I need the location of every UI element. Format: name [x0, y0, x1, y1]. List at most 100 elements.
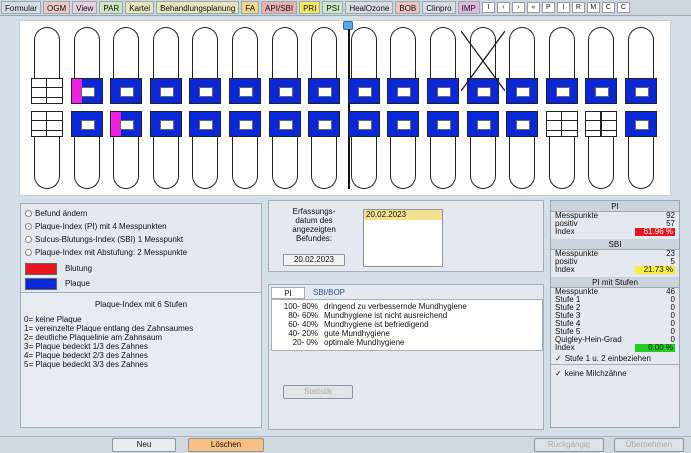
date-list[interactable]: 20.02.2023 — [363, 209, 443, 267]
upper-tooth[interactable] — [305, 27, 343, 106]
tab-healozone[interactable]: HealOzone — [345, 1, 394, 14]
lower-tooth[interactable] — [68, 111, 106, 190]
index-panel: PI Messpunkte 92 positiv 57 Index 61.96 % S… — [550, 200, 680, 428]
toolbar-small-button[interactable]: I — [556, 2, 570, 13]
toolbar-small-button[interactable]: C — [601, 2, 615, 13]
tooth-crown — [70, 111, 103, 137]
upper-tooth[interactable] — [503, 27, 541, 106]
upper-tooth[interactable] — [622, 27, 660, 106]
tooth-root — [113, 137, 140, 189]
lower-tooth[interactable] — [503, 111, 541, 190]
tooth-occlusal — [199, 120, 214, 130]
toolbar-small-button[interactable]: C — [616, 2, 630, 13]
sbi-index-label: Index — [555, 265, 575, 274]
tooth-root — [628, 137, 654, 189]
bewertung-text: gute Mundhygiene — [324, 329, 390, 338]
upper-tooth[interactable] — [68, 27, 106, 106]
tooth-line — [586, 130, 617, 132]
lower-tooth[interactable] — [622, 111, 660, 190]
toolbar-small-button[interactable]: M — [586, 2, 600, 13]
tab-sbi-bop[interactable]: SBI/BOP — [313, 287, 353, 299]
tab-bob[interactable]: BOB — [395, 1, 421, 14]
pistufen-index-value: 0.00 % — [635, 344, 675, 352]
upper-tooth[interactable] — [28, 27, 66, 106]
toolbar-small-button[interactable]: « — [526, 2, 540, 13]
upper-tooth[interactable] — [543, 27, 581, 106]
tab-behandlungsplanung[interactable]: Behandlungsplanung — [156, 1, 240, 14]
toolbar-small-button[interactable]: R — [571, 2, 585, 13]
toolbar-small-button[interactable]: › — [511, 2, 525, 13]
lower-tooth[interactable] — [543, 111, 581, 190]
tab-pi[interactable]: PI — [271, 287, 305, 299]
tooth-line — [32, 120, 62, 122]
upper-tooth[interactable] — [384, 27, 422, 106]
upper-tooth[interactable] — [266, 27, 304, 106]
lower-tooth[interactable] — [464, 111, 502, 190]
loeschen-button[interactable]: Löschen — [188, 438, 264, 452]
tooth-crown — [387, 111, 420, 137]
tab-par[interactable]: PAR — [99, 1, 124, 14]
upper-tooth[interactable] — [186, 27, 224, 106]
tooth-crown — [189, 111, 222, 137]
tab-ogm[interactable]: OGM — [43, 1, 71, 14]
legend-label: Blutung — [65, 264, 93, 273]
lower-tooth[interactable] — [147, 111, 185, 190]
bewertung-text: Mundhygiene ist nicht ausreichend — [324, 311, 448, 320]
tab-formular[interactable]: Formular — [1, 1, 42, 14]
tooth-crown — [427, 78, 459, 104]
tab-imp[interactable]: IMP — [457, 1, 480, 14]
lower-tooth[interactable] — [345, 111, 383, 190]
tab-kartei[interactable]: Kartei — [125, 1, 155, 14]
tab-psi[interactable]: PSI — [322, 1, 344, 14]
upper-tooth[interactable] — [345, 27, 383, 106]
toolbar-small-button[interactable]: I — [481, 2, 495, 13]
stufe-line: 3= Plaque bedeckt 1/3 des Zahnes — [24, 342, 148, 351]
tooth-root — [271, 137, 298, 189]
upper-tooth[interactable] — [582, 27, 620, 106]
neu-button[interactable]: Neu — [112, 438, 176, 452]
uebernehmen-button[interactable]: Übernehmen — [614, 438, 684, 452]
lower-tooth[interactable] — [186, 111, 224, 190]
bewertung-text: Mundhygiene ist befriedigend — [324, 320, 429, 329]
mode-radio[interactable]: Sulcus-Blutungs-Index (SBI) 1 Messpunkt — [21, 233, 261, 246]
tab-api-sbi[interactable]: API/SBI — [261, 1, 298, 14]
mode-radio[interactable]: Plaque-Index (PI) mit 4 Messpunkten — [21, 220, 261, 233]
upper-tooth[interactable] — [424, 27, 462, 106]
tooth-crown — [466, 111, 499, 137]
milchzaehne-checkbox[interactable]: ✓ keine Milchzähne — [551, 364, 679, 382]
lower-tooth[interactable] — [107, 111, 145, 190]
tooth-root — [509, 137, 536, 189]
lower-tooth[interactable] — [424, 111, 462, 190]
tooth-crown — [31, 111, 63, 137]
tooth-occlusal — [437, 87, 451, 97]
statistik-button[interactable]: Statistik — [283, 385, 353, 399]
tab-pri[interactable]: PRI — [299, 1, 321, 14]
upper-tooth[interactable] — [107, 27, 145, 106]
mode-radio[interactable]: Befund ändern — [21, 207, 261, 220]
tab-fa[interactable]: FA — [241, 1, 260, 14]
upper-tooth[interactable] — [147, 27, 185, 106]
date-list-item[interactable]: 20.02.2023 — [364, 210, 442, 220]
tooth-occlusal — [80, 120, 95, 130]
rueckgaengig-button[interactable]: Rückgängig — [534, 438, 604, 452]
tooth-root — [311, 27, 338, 79]
bewertung-range: 100- 80% — [283, 302, 318, 311]
toolbar-small-button[interactable]: ‹ — [496, 2, 510, 13]
lower-tooth[interactable] — [266, 111, 304, 190]
upper-tooth[interactable] — [226, 27, 264, 106]
radio-dot-icon — [25, 236, 32, 243]
lower-tooth[interactable] — [582, 111, 620, 190]
lower-tooth[interactable] — [28, 111, 66, 190]
lower-tooth[interactable] — [384, 111, 422, 190]
mode-radio[interactable]: Plaque-Index mit Abstufung: 2 Messpunkte — [21, 246, 261, 259]
tab-clinpro[interactable]: Clinpro — [422, 1, 456, 14]
tab-view[interactable]: View — [72, 1, 98, 14]
tooth-root — [232, 27, 258, 79]
date-panel: Erfassungs- datum des angezeigten Befund… — [268, 200, 544, 272]
lower-tooth[interactable] — [305, 111, 343, 190]
mode-panel: Befund ändern Plaque-Index (PI) mit 4 Mes… — [20, 203, 262, 428]
lower-tooth[interactable] — [226, 111, 264, 190]
stufe-checkbox[interactable]: ✓ Stufe 1 u. 2 einbeziehen — [551, 352, 679, 364]
toolbar-small-button[interactable]: P — [541, 2, 555, 13]
bewertung-text: optimale Mundhygiene — [324, 338, 405, 347]
